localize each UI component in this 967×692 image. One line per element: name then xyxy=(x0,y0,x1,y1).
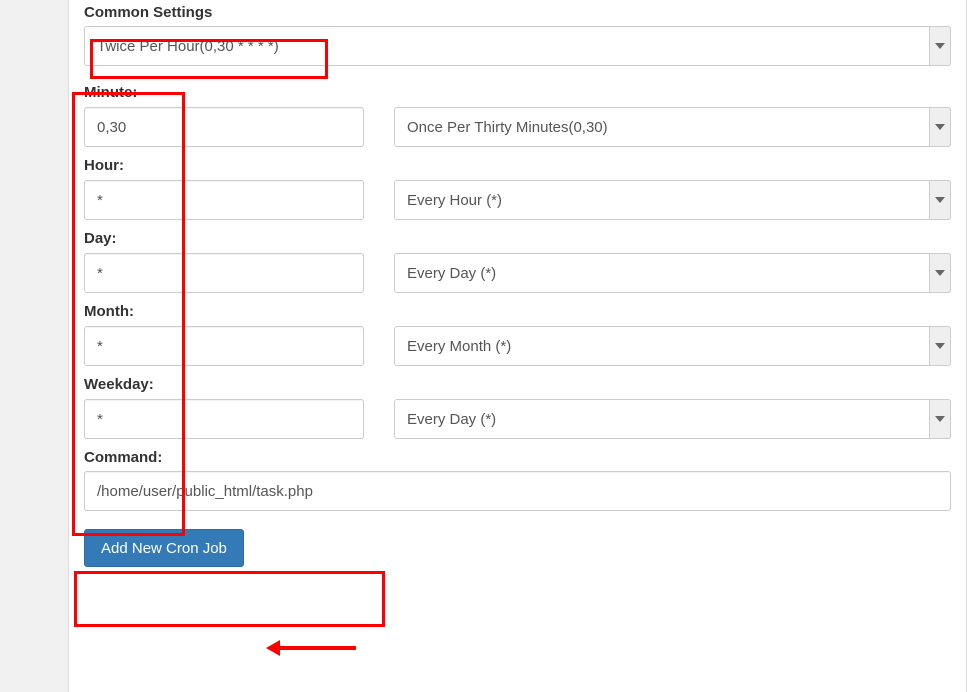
weekday-preset-select[interactable]: Every Day (*) xyxy=(394,399,951,439)
minute-label: Minute: xyxy=(84,84,364,101)
hour-preset-select[interactable]: Every Hour (*) xyxy=(394,180,951,220)
command-label: Command: xyxy=(84,449,951,466)
hour-preset-selected: Every Hour (*) xyxy=(394,180,951,220)
weekday-preset-selected: Every Day (*) xyxy=(394,399,951,439)
common-settings-select[interactable]: Twice Per Hour(0,30 * * * *) xyxy=(84,26,951,66)
minute-preset-select[interactable]: Once Per Thirty Minutes(0,30) xyxy=(394,107,951,147)
common-settings-label: Common Settings xyxy=(84,0,951,21)
day-preset-select[interactable]: Every Day (*) xyxy=(394,253,951,293)
minute-input[interactable] xyxy=(84,107,364,147)
day-input[interactable] xyxy=(84,253,364,293)
day-label: Day: xyxy=(84,230,364,247)
weekday-input[interactable] xyxy=(84,399,364,439)
month-input[interactable] xyxy=(84,326,364,366)
cron-job-form: Common Settings Twice Per Hour(0,30 * * … xyxy=(68,0,967,692)
common-settings-selected: Twice Per Hour(0,30 * * * *) xyxy=(84,26,951,66)
month-preset-select[interactable]: Every Month (*) xyxy=(394,326,951,366)
weekday-label: Weekday: xyxy=(84,376,364,393)
hour-input[interactable] xyxy=(84,180,364,220)
command-input[interactable] xyxy=(84,471,951,511)
month-preset-selected: Every Month (*) xyxy=(394,326,951,366)
day-preset-selected: Every Day (*) xyxy=(394,253,951,293)
minute-preset-selected: Once Per Thirty Minutes(0,30) xyxy=(394,107,951,147)
add-new-cron-job-button[interactable]: Add New Cron Job xyxy=(84,529,244,567)
month-label: Month: xyxy=(84,303,364,320)
hour-label: Hour: xyxy=(84,157,364,174)
